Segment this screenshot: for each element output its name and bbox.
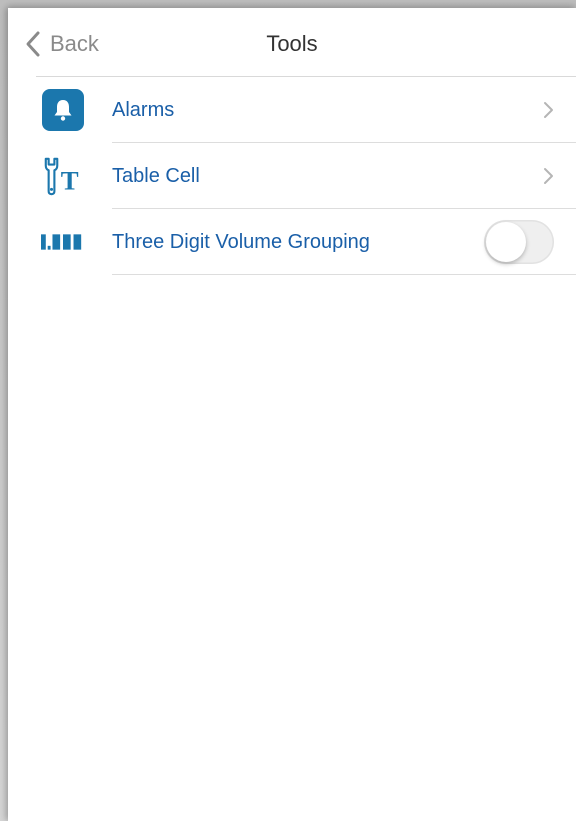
wrench-t-icon: T bbox=[41, 154, 85, 198]
list-item-three-digit-volume-grouping: Three Digit Volume Grouping bbox=[8, 209, 576, 275]
list-item-label: Alarms bbox=[112, 98, 175, 121]
chevron-right-icon bbox=[544, 102, 553, 118]
row-divider bbox=[112, 274, 576, 275]
navigation-bar: Back Tools bbox=[8, 8, 576, 76]
page-title: Tools bbox=[266, 31, 318, 56]
tools-panel: Back Tools Alarms T Table Cell Three Dig… bbox=[8, 8, 576, 821]
bell-icon bbox=[41, 88, 85, 132]
chevron-right-icon bbox=[544, 168, 553, 184]
list-item-label: Table Cell bbox=[112, 164, 200, 187]
window-frame: Back Tools Alarms T Table Cell Three Dig… bbox=[0, 0, 576, 821]
list-item-label: Three Digit Volume Grouping bbox=[112, 230, 370, 253]
tools-list: Alarms T Table Cell Three Digit Volume G… bbox=[8, 77, 576, 275]
svg-text:T: T bbox=[61, 165, 79, 195]
volume-grouping-toggle[interactable] bbox=[484, 220, 554, 264]
volume-grouping-icon bbox=[41, 220, 85, 264]
toggle-knob bbox=[486, 222, 526, 262]
list-item-alarms[interactable]: Alarms bbox=[8, 77, 576, 143]
list-item-table-cell[interactable]: T Table Cell bbox=[8, 143, 576, 209]
